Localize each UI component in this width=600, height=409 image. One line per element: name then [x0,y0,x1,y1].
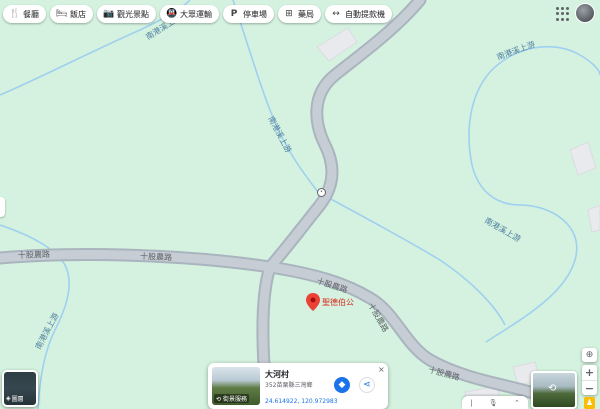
zoom-control: + − [582,365,597,395]
restaurant-icon: 🍴 [9,9,21,19]
zoom-in-button[interactable]: + [582,365,597,380]
card-title[interactable]: 大河村 [265,369,289,380]
chip-label: 飯店 [70,9,86,19]
pharmacy-icon: ⊞ [285,9,293,19]
street-view-label: 街景服務 [222,396,247,403]
chip-label: 藥局 [298,9,314,19]
street-view-rotate-icon: ⟲ [548,383,557,394]
chip-label: 大眾運輸 [180,9,212,19]
transit-icon: 🚇 [166,9,178,19]
zoom-out-button[interactable]: − [582,381,597,396]
card-address: 352苗栗縣三灣鄉 [265,382,313,389]
directions-button[interactable]: ◆ [334,377,350,393]
camera-icon: 📷 [103,9,115,19]
chip-parking[interactable]: P 停車場 [223,5,274,23]
collapse-panel-handle[interactable] [0,197,5,217]
chip-hotel[interactable]: 🛏 飯店 [50,5,93,23]
apps-grid-icon[interactable] [555,6,571,22]
chip-label: 觀光景點 [117,9,149,19]
chip-label: 餐廳 [23,9,39,19]
card-coordinates[interactable]: 24.614922, 120.972983 [265,398,338,405]
category-chips: 🍴 餐廳 🛏 飯店 📷 觀光景點 🚇 大眾運輸 P 停車場 ⊞ 藥局 ↔ 自動提款機 [3,5,392,23]
street-view-preview[interactable]: ⟲ [531,371,577,409]
map-canvas[interactable]: 十股農路 十股農路 十股農路 十股農路 十股農路 南港溪上游 南港溪上游 南港溪… [0,0,600,409]
layers-label: 圖層 [11,396,24,403]
account-avatar[interactable] [575,3,595,23]
chip-pharmacy[interactable]: ⊞ 藥局 [278,5,321,23]
layers-icon: ◈ [6,395,11,402]
microphone-icon[interactable]: 🎙 [489,399,498,407]
expand-icon[interactable]: ⌃ [514,399,520,407]
chip-label: 停車場 [243,9,267,19]
scale-icon[interactable]: | [470,399,472,407]
parking-icon: P [230,9,238,19]
street-view-icon: ⟲ [216,396,223,403]
close-card-button[interactable]: × [378,365,385,374]
place-marker-icon[interactable] [306,293,320,311]
chip-atm[interactable]: ↔ 自動提款機 [325,5,392,23]
atm-icon: ↔ [332,9,340,19]
hotel-icon: 🛏 [56,9,68,19]
pegman-icon[interactable]: ♟ [584,397,595,409]
layers-button[interactable]: ◈ 圖層 [2,370,38,407]
location-target-icon: ⊕ [585,350,594,360]
place-label[interactable]: 聖德伯公 [322,297,354,308]
street-view-thumbnail[interactable]: ⟲ 街景服務 [212,367,260,405]
landmark-pin-icon[interactable]: • [317,188,326,197]
chip-camera[interactable]: 📷 觀光景點 [97,5,156,23]
bottom-toolbar: | 🎙 ⌃ [462,396,528,409]
road-label: 十股農路 [18,249,50,260]
road-label: 十股農路 [140,251,172,262]
chip-transit[interactable]: 🚇 大眾運輸 [160,5,219,23]
my-location-button[interactable]: ⊕ [582,348,597,362]
chip-restaurant[interactable]: 🍴 餐廳 [3,5,46,23]
chip-label: 自動提款機 [345,9,385,19]
share-button[interactable]: ⋖ [359,377,375,393]
